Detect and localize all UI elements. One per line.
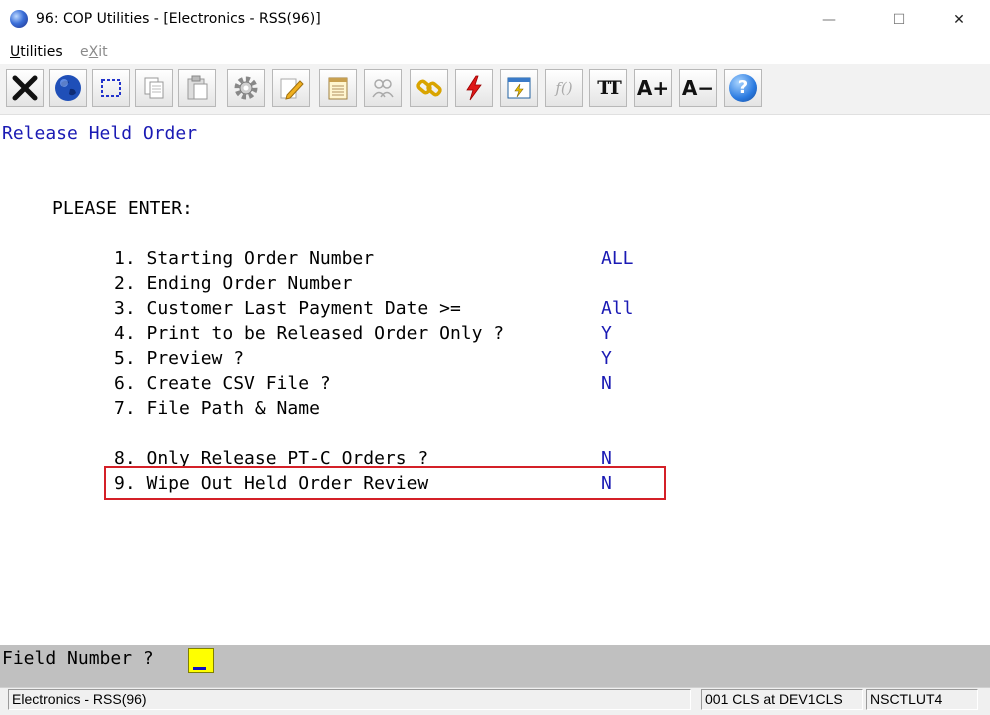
menu-exit-prefix: e (80, 44, 89, 60)
toolbar-font-increase-button[interactable]: A+ (634, 69, 672, 107)
field-1-value[interactable]: ALL (601, 246, 634, 271)
toolbar-help-button[interactable]: ? (724, 69, 762, 107)
field-9-highlight-box (104, 466, 666, 500)
help-icon: ? (729, 74, 757, 102)
toolbar-edit-button[interactable] (272, 69, 310, 107)
status-program: NSCTLUT4 (866, 689, 978, 710)
field-2-label: 2. Ending Order Number (114, 273, 353, 294)
lightning-icon (466, 75, 482, 101)
status-session: 001 CLS at DEV1CLS (701, 689, 863, 710)
menu-exit-mnemonic: X (88, 44, 99, 60)
users-icon (372, 79, 394, 98)
field-4-label: 4. Print to be Released Order Only ? (114, 323, 505, 344)
toolbar-select-button[interactable] (92, 69, 130, 107)
field-3-label: 3. Customer Last Payment Date >= (114, 298, 461, 319)
toolbar-copy-button[interactable] (135, 69, 173, 107)
toolbar-users-button[interactable] (364, 69, 402, 107)
field-5-label: 5. Preview ? (114, 348, 245, 369)
toolbar-font-decrease-button[interactable]: A− (679, 69, 717, 107)
link-icon (416, 79, 442, 97)
function-icon: f() (555, 79, 573, 97)
menu-utilities-rest: tilities (20, 44, 63, 60)
settings-gear-icon (234, 76, 258, 100)
field-4-value[interactable]: Y (601, 321, 612, 346)
toolbar-close-button[interactable] (6, 69, 44, 107)
menu-utilities[interactable]: Utilities (10, 44, 63, 60)
select-box-icon (101, 79, 121, 97)
edit-pencil-icon (280, 78, 304, 100)
field-6-label: 6. Create CSV File ? (114, 373, 331, 394)
close-button[interactable]: ✕ (936, 6, 982, 34)
paste-icon (187, 75, 208, 100)
app-globe-icon (10, 10, 28, 28)
toolbar-paste-button[interactable] (178, 69, 216, 107)
toolbar-function-button[interactable]: f() (545, 69, 583, 107)
field-7-label: 7. File Path & Name (114, 398, 320, 419)
toolbar-link-button[interactable] (410, 69, 448, 107)
minimize-button[interactable]: — (806, 6, 852, 34)
toolbar-settings-button[interactable] (227, 69, 265, 107)
toolbar-report-button[interactable] (500, 69, 538, 107)
menu-bar (0, 40, 990, 64)
toolbar-font-button[interactable]: TT (589, 69, 627, 107)
window-title: 96: COP Utilities - [Electronics - RSS(9… (36, 11, 321, 27)
field-1-label: 1. Starting Order Number (114, 248, 375, 269)
text-cursor (193, 667, 206, 670)
copy-icon (144, 77, 164, 99)
toolbar-lightning-button[interactable] (455, 69, 493, 107)
font-decrease-icon: A− (681, 76, 715, 100)
screen-heading: Release Held Order (2, 123, 198, 144)
menu-exit[interactable]: eXit (80, 44, 108, 60)
field-5-value[interactable]: Y (601, 346, 612, 371)
field-number-prompt: Field Number ? (2, 648, 154, 669)
close-x-icon (12, 75, 38, 101)
field-6-value[interactable]: N (601, 371, 612, 396)
maximize-button[interactable]: ☐ (876, 6, 922, 34)
globe-icon (55, 75, 81, 101)
report-icon (507, 77, 531, 99)
toolbar-notepad-button[interactable] (319, 69, 357, 107)
menu-utilities-mnemonic: U (10, 44, 21, 60)
field-3-value[interactable]: All (601, 296, 634, 321)
toolbar-globe-button[interactable] (49, 69, 87, 107)
menu-exit-rest: it (98, 44, 108, 60)
font-tt-icon: TT (597, 77, 622, 99)
notepad-icon (328, 77, 348, 100)
status-company: Electronics - RSS(96) (8, 689, 691, 710)
please-enter-label: PLEASE ENTER: (52, 198, 193, 219)
font-increase-icon: A+ (636, 76, 670, 100)
